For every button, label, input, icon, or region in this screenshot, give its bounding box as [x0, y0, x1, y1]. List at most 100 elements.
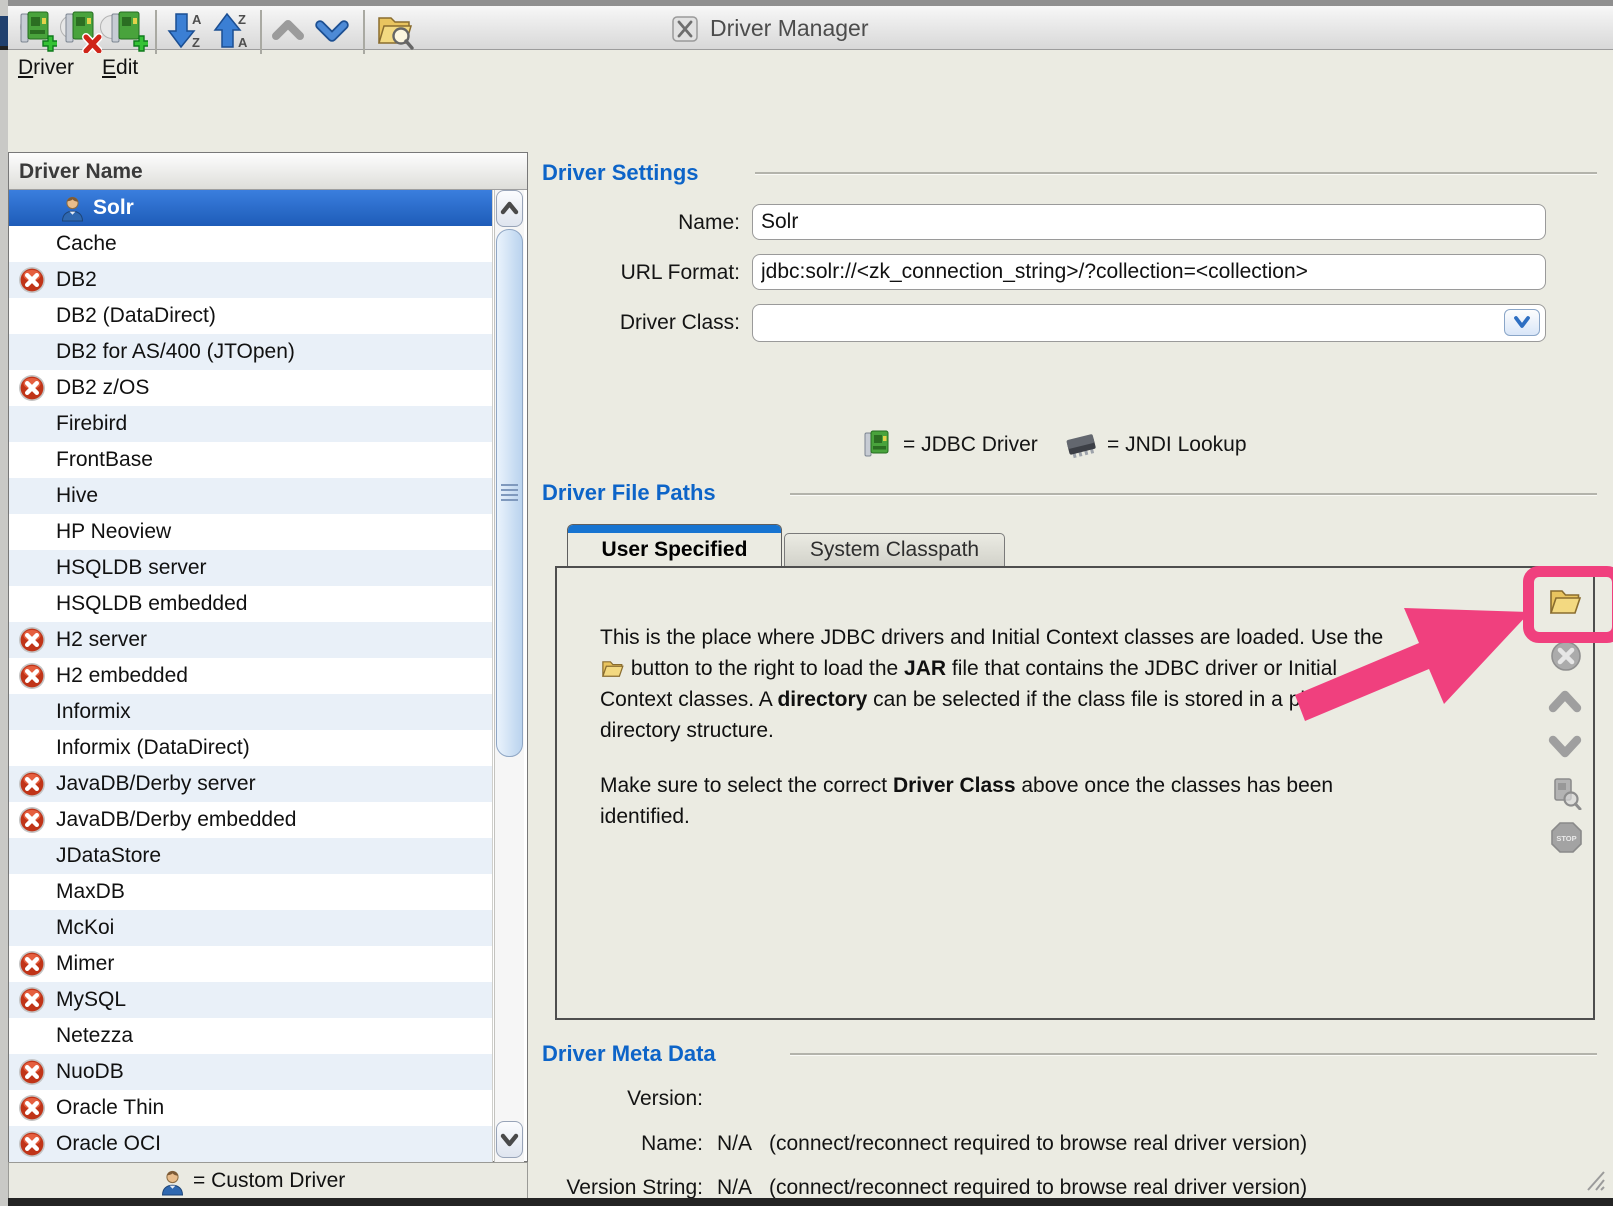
- resize-grip[interactable]: [1584, 1168, 1608, 1194]
- no-icon: [18, 302, 46, 330]
- error-icon: [18, 374, 46, 402]
- driver-name-label: HP Neoview: [56, 520, 171, 544]
- scrollbar-grip: [501, 484, 518, 486]
- driver-name-label: JDataStore: [56, 844, 161, 868]
- driver-name-label: Hive: [56, 484, 98, 508]
- meta-version-label: Version:: [503, 1087, 703, 1111]
- driver-name-label: DB2 for AS/400 (JTOpen): [56, 340, 295, 364]
- scrollbar-thumb[interactable]: [496, 229, 523, 757]
- driver-settings-title: Driver Settings: [542, 160, 699, 186]
- no-icon: [18, 698, 46, 726]
- move-up-button[interactable]: [270, 9, 310, 55]
- menu-edit[interactable]: Edit: [98, 54, 142, 82]
- driver-list-item[interactable]: FrontBase: [9, 442, 492, 478]
- find-driver-class-button[interactable]: [1551, 776, 1583, 810]
- url-format-input[interactable]: [752, 254, 1546, 290]
- x11-app-icon: [672, 16, 698, 42]
- driver-name-label: Netezza: [56, 1024, 133, 1048]
- move-down-button[interactable]: [314, 9, 354, 55]
- menu-driver[interactable]: Driver: [14, 54, 78, 82]
- jdbc-driver-legend-label: = JDBC Driver: [903, 433, 1038, 457]
- driver-list-item[interactable]: DB2 (DataDirect): [9, 298, 492, 334]
- tab-system-classpath[interactable]: System Classpath: [784, 533, 1005, 566]
- custom-driver-legend-label: = Custom Driver: [193, 1169, 345, 1193]
- driver-class-dropdown-button[interactable]: [1504, 309, 1540, 336]
- section-rule: [790, 1053, 1597, 1055]
- driver-list-item[interactable]: Netezza: [9, 1018, 492, 1054]
- no-icon: [18, 230, 46, 258]
- driver-list-item[interactable]: Oracle Thin: [9, 1090, 492, 1126]
- driver-list-item[interactable]: NuoDB: [9, 1054, 492, 1090]
- driver-list-item[interactable]: JavaDB/Derby embedded: [9, 802, 492, 838]
- error-icon: [18, 662, 46, 690]
- sort-descending-button[interactable]: Z A: [212, 9, 252, 55]
- driver-list-item[interactable]: JDataStore: [9, 838, 492, 874]
- driver-list-item[interactable]: MaxDB: [9, 874, 492, 910]
- sort-ascending-button[interactable]: A Z: [166, 9, 206, 55]
- driver-list-item[interactable]: Mimer: [9, 946, 492, 982]
- driver-name-label: Solr: [93, 196, 134, 220]
- no-icon: [18, 878, 46, 906]
- driver-list-item[interactable]: Informix: [9, 694, 492, 730]
- annotation-arrow: [1280, 560, 1560, 740]
- no-icon: [18, 590, 46, 618]
- driver-list-item[interactable]: Informix (DataDirect): [9, 730, 492, 766]
- name-input[interactable]: [752, 204, 1546, 240]
- driver-list-item[interactable]: DB2: [9, 262, 492, 298]
- copy-driver-button[interactable]: [108, 9, 148, 55]
- no-icon: [18, 554, 46, 582]
- svg-text:A: A: [192, 12, 202, 27]
- no-icon: [18, 842, 46, 870]
- driver-list-item[interactable]: McKoi: [9, 910, 492, 946]
- driver-name-label: HSQLDB server: [56, 556, 207, 580]
- driver-list-header[interactable]: Driver Name: [9, 153, 527, 190]
- driver-name-label: MySQL: [56, 988, 126, 1012]
- no-icon: [18, 734, 46, 762]
- driver-list-item[interactable]: Firebird: [9, 406, 492, 442]
- error-icon: [18, 1094, 46, 1122]
- driver-list-item[interactable]: HSQLDB server: [9, 550, 492, 586]
- driver-list-item[interactable]: Oracle OCI: [9, 1126, 492, 1162]
- svg-text:Z: Z: [192, 35, 200, 50]
- menu-bar: [8, 50, 1613, 86]
- driver-name-label: HSQLDB embedded: [56, 592, 247, 616]
- meta-name-value: N/A: [717, 1132, 752, 1156]
- driver-name-label: JavaDB/Derby server: [56, 772, 256, 796]
- driver-list-item[interactable]: H2 embedded: [9, 658, 492, 694]
- no-icon: [18, 1022, 46, 1050]
- scroll-up-button[interactable]: [496, 190, 523, 227]
- driver-list-item[interactable]: Solr: [9, 190, 492, 226]
- scrollbar-grip: [501, 499, 518, 501]
- driver-list-item[interactable]: HP Neoview: [9, 514, 492, 550]
- background-window-strip: [0, 0, 8, 1206]
- toolbar-separator: [155, 10, 157, 54]
- stop-button[interactable]: STOP: [1550, 821, 1583, 855]
- section-rule: [755, 172, 1597, 174]
- driver-name-label: Oracle OCI: [56, 1132, 161, 1156]
- driver-file-paths-title: Driver File Paths: [542, 480, 716, 506]
- find-driver-files-button[interactable]: [374, 9, 414, 55]
- driver-list-item[interactable]: H2 server: [9, 622, 492, 658]
- error-icon: [18, 770, 46, 798]
- driver-list-item[interactable]: HSQLDB embedded: [9, 586, 492, 622]
- jdbc-driver-icon: [863, 428, 893, 462]
- driver-list-item[interactable]: MySQL: [9, 982, 492, 1018]
- add-driver-button[interactable]: [17, 9, 57, 55]
- driver-meta-data-title: Driver Meta Data: [542, 1041, 716, 1067]
- annotation-highlight-box: [1523, 566, 1613, 643]
- driver-class-combobox[interactable]: [752, 304, 1546, 342]
- driver-list-item[interactable]: DB2 z/OS: [9, 370, 492, 406]
- window-bottom-edge: [8, 1198, 1613, 1206]
- driver-list-item[interactable]: JavaDB/Derby server: [9, 766, 492, 802]
- driver-list-item[interactable]: DB2 for AS/400 (JTOpen): [9, 334, 492, 370]
- driver-list-item[interactable]: Hive: [9, 478, 492, 514]
- remove-driver-button[interactable]: [62, 9, 102, 55]
- error-icon: [18, 1058, 46, 1086]
- tab-user-specified[interactable]: User Specified: [567, 524, 782, 566]
- svg-text:Z: Z: [238, 12, 246, 27]
- driver-class-label: Driver Class:: [540, 311, 740, 335]
- driver-list-item[interactable]: Cache: [9, 226, 492, 262]
- driver-list: Solr CacheDB2DB2 (DataDirect) DB2 for AS/4…: [9, 190, 493, 1162]
- error-icon: [18, 1130, 46, 1158]
- info-paragraph: Make sure to select the correct Driver C…: [600, 770, 1400, 832]
